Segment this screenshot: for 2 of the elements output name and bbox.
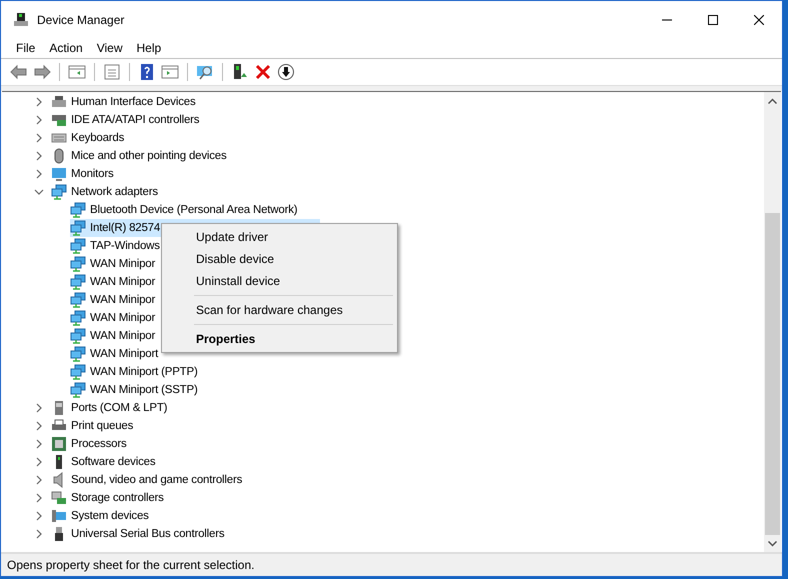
window-title: Device Manager [37,12,126,26]
status-text: Opens property sheet for the current selection. [7,558,254,572]
